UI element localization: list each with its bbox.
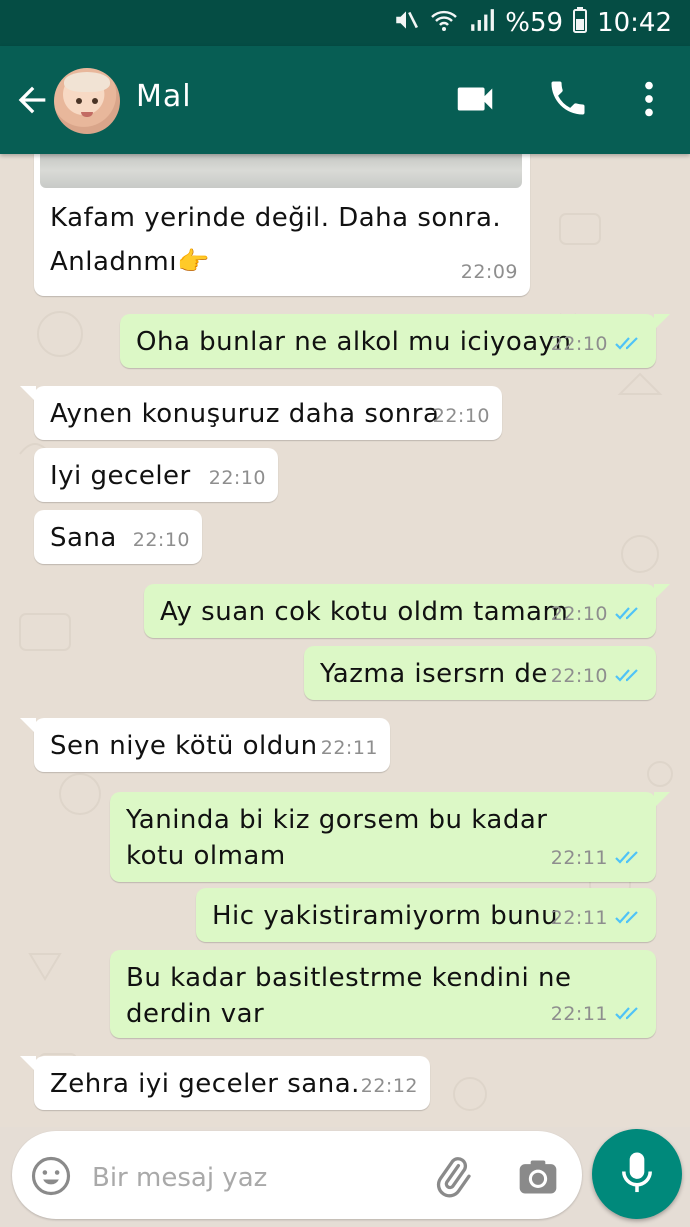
message-time: 22:11 [550,1003,608,1025]
message-incoming[interactable]: Zehra iyi geceler sana. 22:12 [20,1056,430,1110]
message-text: Ay suan cok kotu oldm tamam [160,597,569,627]
video-call-button[interactable] [452,76,498,122]
message-incoming[interactable]: Sen niye kötü oldun 22:11 [20,718,390,772]
camera-button[interactable] [516,1155,560,1199]
message-time: 22:10 [550,603,608,625]
back-button[interactable] [12,80,52,120]
back-arrow-icon [18,86,46,114]
message-incoming[interactable]: Aynen konuşuruz daha sonra 22:10 [20,386,502,440]
voice-record-button[interactable] [592,1129,682,1219]
message-time: 22:12 [360,1075,418,1097]
message-text: Hic yakistiramiyorm bunu [212,901,559,931]
emoji-icon [31,1156,71,1196]
contact-name[interactable]: Mal [136,79,192,114]
read-ticks-icon [615,1007,638,1020]
message-input[interactable] [90,1157,414,1199]
message-time: 22:10 [550,333,608,355]
more-options-button[interactable] [626,76,672,122]
battery-icon [573,7,588,39]
message-time: 22:10 [432,405,490,427]
message-outgoing[interactable]: Yaninda bi kiz gorsem bu kadar kotu olma… [110,792,670,882]
camera-icon [519,1160,557,1194]
message-text: Yaninda bi kiz gorsem bu kadar kotu olma… [126,805,548,871]
message-time: 22:11 [320,737,378,759]
message-text: Oha bunlar ne alkol mu iciyoayn [136,327,572,357]
read-ticks-icon [615,669,638,682]
chat-area[interactable]: Kafam yerinde değil. Daha sonra. Anladnm… [0,154,690,1127]
message-incoming[interactable]: Sana 22:10 [34,510,202,564]
message-incoming[interactable]: Iyi geceler 22:10 [34,448,278,502]
message-outgoing[interactable]: Bu kadar basitlestrme kendini ne derdin … [110,950,656,1038]
message-time: 22:11 [550,907,608,929]
chat-header: Mal [0,46,690,154]
emoji-button[interactable] [30,1155,72,1197]
message-outgoing[interactable]: Hic yakistiramiyorm bunu 22:11 [196,888,656,942]
message-text: Aynen konuşuruz daha sonra [50,399,440,429]
read-ticks-icon [615,337,638,350]
signal-icon [469,7,495,39]
message-text: Iyi geceler [50,461,191,491]
message-time: 22:11 [550,847,608,869]
message-text: Sana [50,523,117,553]
message-text: Sen niye kötü oldun [50,731,318,761]
attach-button[interactable] [430,1155,474,1199]
message-composer[interactable] [12,1131,582,1219]
phone-icon [551,81,585,115]
message-outgoing[interactable]: Oha bunlar ne alkol mu iciyoayn 22:10 [120,314,670,368]
message-text: Zehra iyi geceler sana. [50,1069,360,1099]
wifi-icon [429,7,459,39]
read-ticks-icon [615,607,638,620]
battery-percent: %59 [505,8,564,38]
status-bar: %59 10:42 [0,0,690,46]
input-bar [0,1127,690,1227]
message-time: 22:10 [132,529,190,551]
message-time: 22:10 [550,665,608,687]
video-call-icon [457,87,493,111]
avatar[interactable] [54,68,120,134]
mute-icon [393,7,419,39]
paperclip-icon [436,1157,471,1198]
message-outgoing[interactable]: Ay suan cok kotu oldm tamam 22:10 [144,584,670,638]
message-incoming-photo[interactable]: Kafam yerinde değil. Daha sonra. Anladnm… [34,154,530,296]
message-outgoing[interactable]: Yazma isersrn de 22:10 [304,646,656,700]
more-vert-icon [645,81,653,117]
read-ticks-icon [615,851,638,864]
message-text: Bu kadar basitlestrme kendini ne derdin … [126,963,572,1029]
message-time: 22:10 [208,467,266,489]
read-ticks-icon [615,911,638,924]
message-time: 22:09 [460,261,518,283]
message-text: Kafam yerinde değil. Daha sonra. Anladnm… [50,203,502,277]
voice-call-button[interactable] [546,76,592,122]
message-text: Yazma isersrn de [320,659,548,689]
microphone-icon [622,1152,652,1193]
clock: 10:42 [597,8,672,38]
message-photo[interactable] [40,154,522,188]
